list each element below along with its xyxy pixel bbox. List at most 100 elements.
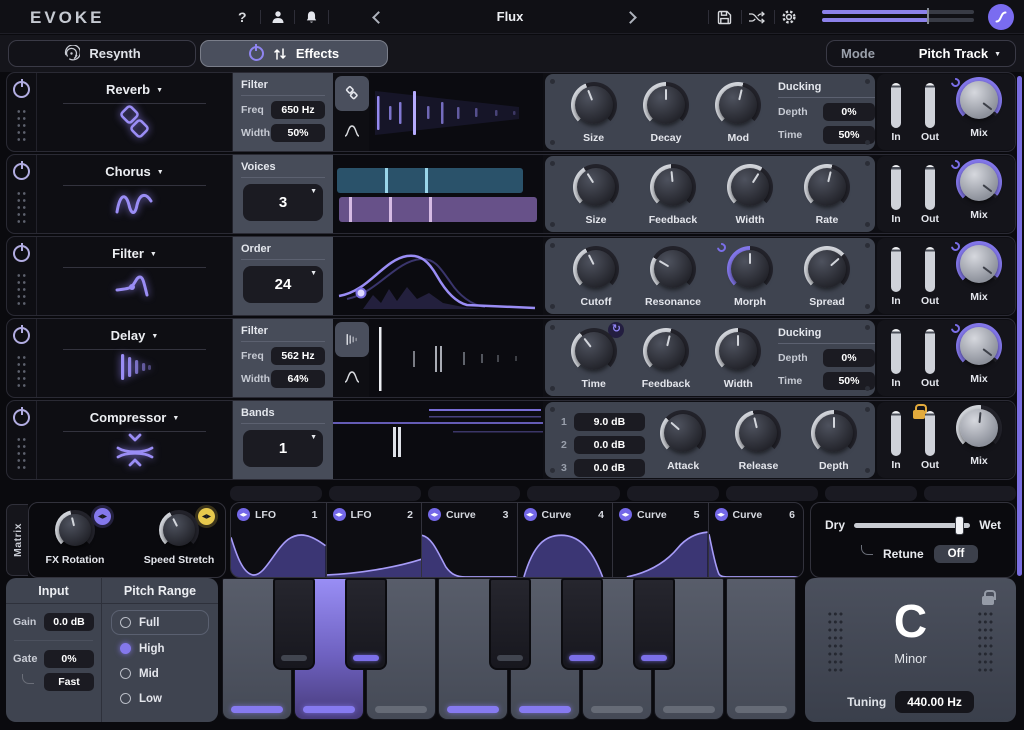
effects-power-icon[interactable] xyxy=(249,46,264,61)
tab-resynth[interactable]: Resynth xyxy=(8,40,196,67)
size-knob[interactable] xyxy=(573,164,619,210)
mod-slot-curve-3[interactable]: Curve3 xyxy=(422,503,517,577)
reverb-view-toggle[interactable] xyxy=(335,76,369,111)
output-level-meter[interactable] xyxy=(822,10,974,26)
band-threshold[interactable]: 9.0 dB xyxy=(574,413,645,431)
width-value[interactable]: 50% xyxy=(271,124,325,142)
compressor-dropdown[interactable]: Compressor xyxy=(37,410,232,425)
chorus-visualization[interactable] xyxy=(333,155,543,233)
randomize-shuffle-icon[interactable] xyxy=(748,7,765,27)
retune-toggle[interactable]: Off xyxy=(934,545,979,563)
tuning-value[interactable]: 440.00 Hz xyxy=(895,691,974,713)
speed-stretch-mod-badge[interactable] xyxy=(198,508,215,525)
size-knob[interactable] xyxy=(571,82,617,128)
black-key-Fs[interactable] xyxy=(489,578,531,670)
delay-drag-handle[interactable] xyxy=(16,354,27,390)
delay-dropdown[interactable]: Delay xyxy=(37,328,232,343)
release-knob[interactable] xyxy=(735,410,781,456)
white-key-C2[interactable] xyxy=(726,578,796,720)
black-key-Ds[interactable] xyxy=(345,578,387,670)
pitch-option-mid[interactable]: Mid xyxy=(111,661,209,686)
chorus-power-icon[interactable] xyxy=(13,163,30,180)
help-icon[interactable]: ? xyxy=(238,7,247,27)
dry-wet-slider[interactable] xyxy=(854,523,970,528)
radio-icon[interactable] xyxy=(120,668,131,679)
radio-icon[interactable] xyxy=(120,693,131,704)
mod-assign-icon[interactable] xyxy=(715,508,728,521)
compressor-drag-handle[interactable] xyxy=(16,436,27,472)
settings-gear-icon[interactable] xyxy=(781,7,797,27)
mod-assign-icon[interactable] xyxy=(333,508,346,521)
mod-slot-lfo-2[interactable]: LFO2 xyxy=(327,503,422,577)
width-value[interactable]: 64% xyxy=(271,370,325,388)
voices-dropdown[interactable]: 3 xyxy=(243,184,323,221)
filter-dropdown[interactable]: Filter xyxy=(37,246,232,261)
delay-view-toggle[interactable] xyxy=(335,322,369,357)
speed-stretch-knob[interactable] xyxy=(159,510,199,550)
rack-scrollbar[interactable] xyxy=(1017,76,1022,576)
mod-slot-curve-6[interactable]: Curve6 xyxy=(709,503,804,577)
spread-knob[interactable] xyxy=(804,246,850,292)
depth-value[interactable]: 0% xyxy=(823,349,875,367)
filter-drag-handle[interactable] xyxy=(16,272,27,308)
fx-rotation-mod-badge[interactable] xyxy=(94,508,111,525)
filter-power-icon[interactable] xyxy=(13,245,30,262)
key-lock-icon[interactable] xyxy=(982,590,994,605)
mode-selector[interactable]: Mode Pitch Track xyxy=(826,40,1016,67)
mod-assign-icon[interactable] xyxy=(619,508,632,521)
preset-prev-icon[interactable] xyxy=(374,7,383,27)
rate-knob[interactable] xyxy=(804,164,850,210)
reverb-power-icon[interactable] xyxy=(13,81,30,98)
freq-value[interactable]: 650 Hz xyxy=(271,101,325,119)
compressor-visualization[interactable] xyxy=(333,401,543,479)
mod-slot-curve-4[interactable]: Curve4 xyxy=(518,503,613,577)
chorus-drag-handle[interactable] xyxy=(16,190,27,226)
mix-knob[interactable] xyxy=(956,405,1002,451)
depth-knob[interactable] xyxy=(811,410,857,456)
mode-value[interactable]: Pitch Track xyxy=(919,46,1001,61)
time-value[interactable]: 50% xyxy=(823,372,875,390)
reverb-dropdown[interactable]: Reverb xyxy=(37,82,232,97)
width-knob[interactable] xyxy=(715,328,761,374)
notifications-bell-icon[interactable] xyxy=(304,7,319,27)
mod-slot-curve-5[interactable]: Curve5 xyxy=(613,503,708,577)
mod-assign-icon[interactable] xyxy=(237,508,250,521)
tab-effects[interactable]: Effects xyxy=(200,40,388,67)
fx-rotation-knob[interactable] xyxy=(55,510,95,550)
pitch-option-high[interactable]: High xyxy=(111,636,209,661)
gate-value[interactable]: 0% xyxy=(44,650,94,668)
account-icon[interactable] xyxy=(270,7,286,27)
mix-knob[interactable] xyxy=(956,77,1002,123)
band-threshold[interactable]: 0.0 dB xyxy=(574,459,645,477)
delay-visualization[interactable] xyxy=(369,319,543,397)
depth-value[interactable]: 0% xyxy=(823,103,875,121)
radio-icon-selected[interactable] xyxy=(120,643,131,654)
width-knob[interactable] xyxy=(727,164,773,210)
delay-power-icon[interactable] xyxy=(13,327,30,344)
mod-assign-icon[interactable] xyxy=(428,508,441,521)
mod-slot-lfo-1[interactable]: LFO1 xyxy=(231,503,326,577)
matrix-tab[interactable]: Matrix xyxy=(6,504,28,576)
feedback-knob[interactable] xyxy=(650,164,696,210)
cutoff-knob[interactable] xyxy=(573,246,619,292)
io-link-lock-icon[interactable] xyxy=(913,404,925,419)
attack-knob[interactable] xyxy=(660,410,706,456)
reverb-drag-handle[interactable] xyxy=(16,108,27,144)
mix-knob[interactable] xyxy=(956,159,1002,205)
filter-curve-toggle[interactable] xyxy=(335,113,369,148)
pitch-option-full[interactable]: Full xyxy=(111,610,209,635)
order-dropdown[interactable]: 24 xyxy=(243,266,323,303)
gain-value[interactable]: 0.0 dB xyxy=(44,613,94,631)
compressor-power-icon[interactable] xyxy=(13,409,30,426)
mix-knob[interactable] xyxy=(956,323,1002,369)
decay-knob[interactable] xyxy=(643,82,689,128)
time-knob[interactable] xyxy=(571,328,617,374)
gate-mode-value[interactable]: Fast xyxy=(44,673,94,691)
dry-wet-handle[interactable] xyxy=(955,516,964,535)
bands-dropdown[interactable]: 1 xyxy=(243,430,323,467)
black-key-Gs[interactable] xyxy=(561,578,603,670)
band-threshold[interactable]: 0.0 dB xyxy=(574,436,645,454)
black-key-Cs[interactable] xyxy=(273,578,315,670)
mix-knob[interactable] xyxy=(956,241,1002,287)
black-key-As[interactable] xyxy=(633,578,675,670)
